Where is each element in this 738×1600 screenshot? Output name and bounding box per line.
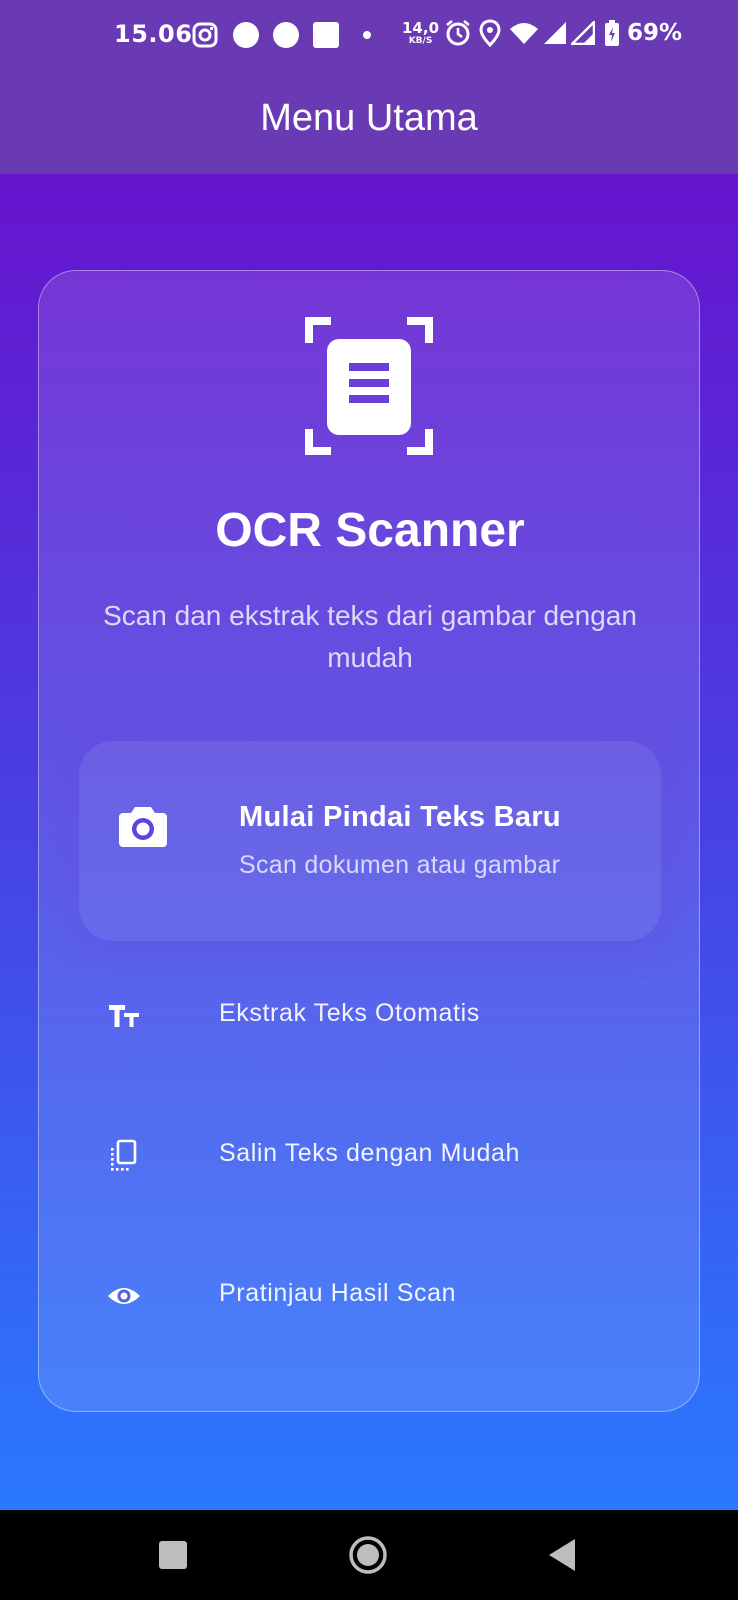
feature-item-auto-extract: Ekstrak Teks Otomatis — [99, 985, 639, 1045]
text-fields-icon — [109, 1005, 139, 1027]
main-content: OCR Scanner Scan dan ekstrak teks dari g… — [0, 174, 738, 1510]
notification-dot-icon — [273, 22, 299, 48]
start-scan-button[interactable]: Mulai Pindai Teks Baru Scan dokumen atau… — [79, 741, 661, 941]
feature-label: Pratinjau Hasil Scan — [219, 1279, 457, 1307]
back-button[interactable] — [543, 1535, 583, 1575]
feature-item-preview: Pratinjau Hasil Scan — [99, 1265, 639, 1325]
document-scan-icon — [305, 317, 433, 455]
status-bar: 15.06 14,0 KB/S 69% — [0, 0, 738, 72]
alarm-icon — [446, 19, 470, 46]
notification-icons — [192, 21, 372, 49]
eye-icon — [108, 1288, 140, 1304]
net-speed-unit: KB/S — [408, 35, 433, 46]
notification-dot-icon — [233, 22, 259, 48]
app-name: OCR Scanner — [215, 504, 525, 557]
system-nav-bar — [0, 1510, 738, 1600]
net-speed-value: 14,0 — [402, 18, 440, 37]
copy-icon — [111, 1139, 137, 1171]
menu-card: OCR Scanner Scan dan ekstrak teks dari g… — [38, 270, 700, 1412]
instagram-icon — [192, 22, 218, 48]
feature-label: Salin Teks dengan Mudah — [219, 1139, 521, 1167]
location-icon — [479, 19, 501, 47]
app-bar: Menu Utama — [0, 72, 738, 174]
recents-button[interactable] — [153, 1535, 193, 1575]
battery-charging-icon — [605, 20, 620, 46]
page-title: Menu Utama — [260, 97, 478, 139]
signal-icon — [571, 21, 596, 45]
status-time: 15.06 — [114, 20, 193, 48]
more-dot-icon — [363, 31, 371, 39]
feature-item-copy-text: Salin Teks dengan Mudah — [99, 1125, 639, 1185]
home-button[interactable] — [348, 1535, 388, 1575]
start-scan-label: Mulai Pindai Teks Baru — [239, 801, 561, 833]
start-scan-sublabel: Scan dokumen atau gambar — [239, 851, 561, 879]
wifi-icon — [510, 23, 539, 44]
notification-square-icon — [313, 22, 339, 48]
net-speed: 14,0 KB/S — [402, 18, 440, 46]
feature-label: Ekstrak Teks Otomatis — [219, 999, 480, 1027]
camera-icon — [119, 807, 167, 847]
signal-icon — [544, 22, 567, 44]
app-description: Scan dan ekstrak teks dari gambar dengan… — [103, 600, 637, 673]
battery-level: 69% — [627, 20, 683, 46]
system-icons: 14,0 KB/S 69% — [402, 19, 682, 47]
